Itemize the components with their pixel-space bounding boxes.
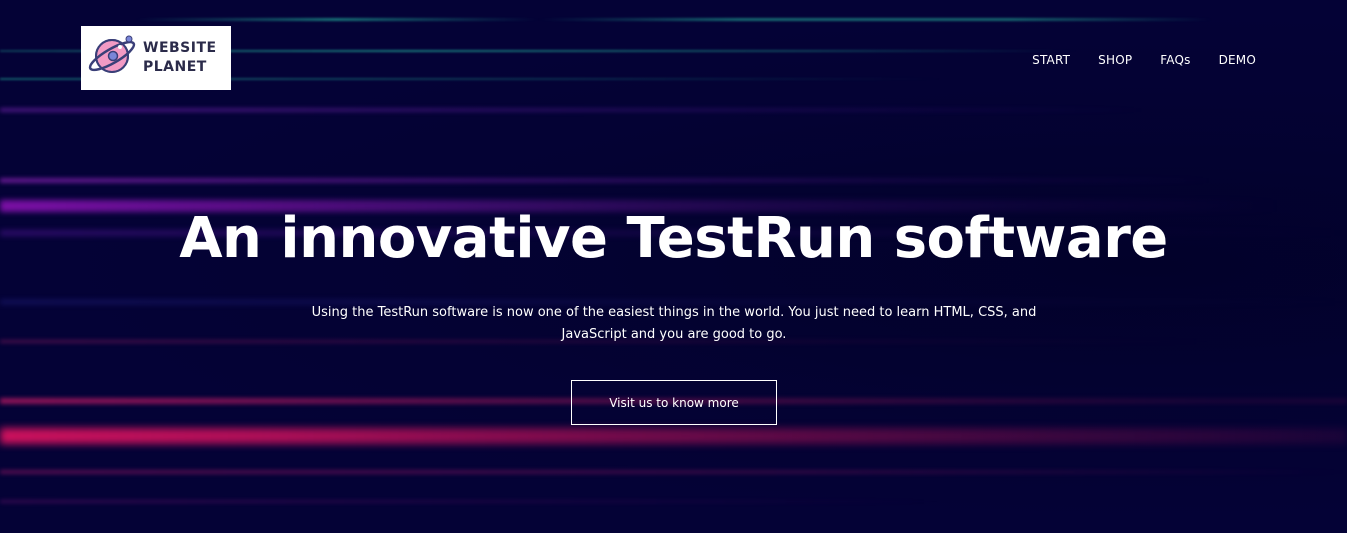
- background-streak: [0, 108, 1347, 112]
- hero-title: An innovative TestRun software: [179, 206, 1168, 271]
- main-nav: START SHOP FAQs DEMO: [1032, 53, 1256, 67]
- background-streak: [0, 500, 1347, 503]
- logo-text-line2: PLANET: [143, 59, 207, 75]
- background-streak: [0, 428, 1347, 444]
- planet-icon: [85, 31, 139, 85]
- hero-section: WEBSITE PLANET START SHOP FAQs DEMO An i…: [0, 0, 1347, 533]
- visit-us-button[interactable]: Visit us to know more: [571, 380, 777, 425]
- background-streak: [0, 18, 1347, 21]
- hero-description: Using the TestRun software is now one of…: [311, 305, 1037, 342]
- background-streak: [0, 178, 1347, 183]
- background-streak: [0, 470, 1347, 474]
- nav-item-start[interactable]: START: [1032, 53, 1070, 67]
- logo-text: WEBSITE PLANET: [143, 39, 217, 77]
- logo-text-line1: WEBSITE: [143, 40, 217, 56]
- nav-item-faqs[interactable]: FAQs: [1160, 53, 1190, 67]
- nav-item-demo[interactable]: DEMO: [1219, 53, 1256, 67]
- nav-item-shop[interactable]: SHOP: [1098, 53, 1132, 67]
- site-logo[interactable]: WEBSITE PLANET: [81, 26, 231, 90]
